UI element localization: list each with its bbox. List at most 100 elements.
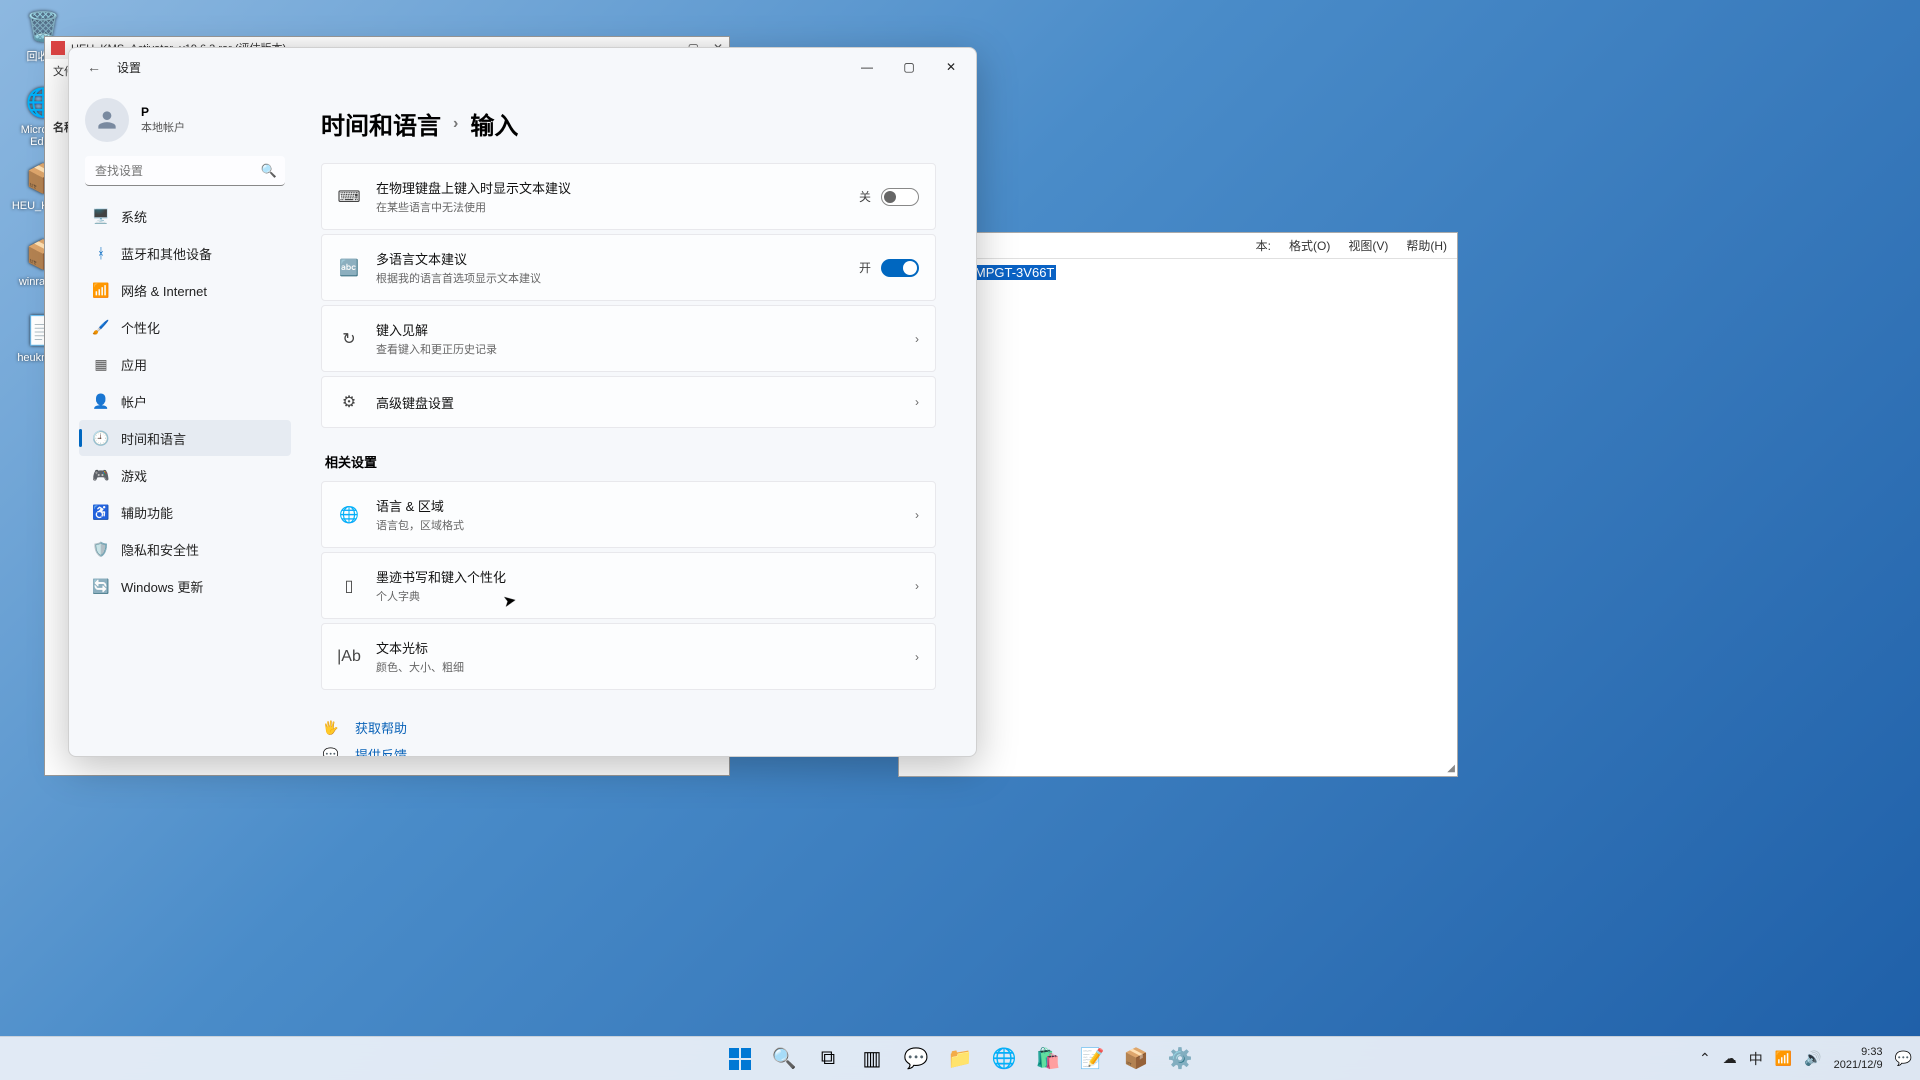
taskbar-widgets[interactable]: ▥: [853, 1040, 891, 1078]
get-help-link[interactable]: 🖐 获取帮助: [321, 714, 936, 741]
sidebar-item-personalization[interactable]: 🖌️ 个性化: [79, 309, 291, 345]
tray-volume-icon[interactable]: 🔊: [1804, 1050, 1821, 1067]
notepad-menu-item[interactable]: 本:: [1256, 237, 1271, 254]
notepad-menu-item[interactable]: 帮助(H): [1406, 237, 1447, 254]
toggle-hw-suggestions[interactable]: [881, 188, 919, 206]
sidebar-item-label: 帐户: [121, 392, 147, 411]
taskbar-explorer[interactable]: 📁: [941, 1040, 979, 1078]
sidebar-item-time-language[interactable]: 🕘 时间和语言: [79, 420, 291, 456]
sidebar-item-network[interactable]: 📶网络 & Internet: [79, 272, 291, 308]
card-text-cursor[interactable]: |Ab 文本光标 颜色、大小、粗细 ›: [321, 623, 936, 690]
brush-icon: 🖌️: [93, 319, 109, 335]
profile-name: P: [141, 105, 185, 119]
sidebar-item-gaming[interactable]: 🎮 游戏: [79, 457, 291, 493]
toggle-label: 开: [859, 259, 871, 276]
gear-icon: ⚙️: [1168, 1046, 1193, 1071]
taskview-icon: ⧉: [821, 1047, 835, 1070]
search-icon[interactable]: 🔍: [261, 163, 277, 179]
sidebar-item-privacy[interactable]: 🛡️隐私和安全性: [79, 531, 291, 567]
card-title: 键入见解: [376, 320, 899, 339]
card-subtitle: 在某些语言中无法使用: [376, 199, 843, 215]
card-subtitle: 根据我的语言首选项显示文本建议: [376, 270, 843, 286]
taskbar-taskview[interactable]: ⧉: [809, 1040, 847, 1078]
winrar-app-icon: [51, 41, 65, 55]
tray-network-icon[interactable]: 📶: [1775, 1050, 1792, 1067]
card-inking-typing[interactable]: ▯ 墨迹书写和键入个性化 个人字典 ›: [321, 552, 936, 619]
back-button[interactable]: ←: [81, 53, 107, 81]
card-language-region[interactable]: 🌐 语言 & 区域 语言包，区域格式 ›: [321, 481, 936, 548]
related-settings-label: 相关设置: [325, 452, 936, 471]
card-subtitle: 查看键入和更正历史记录: [376, 341, 899, 357]
maximize-button[interactable]: ▢: [888, 52, 930, 82]
taskbar-winrar[interactable]: 📦: [1117, 1040, 1155, 1078]
gear-icon: ⚙: [338, 391, 360, 413]
windows-logo-icon: [729, 1048, 751, 1070]
feedback-link[interactable]: 💬 提供反馈: [321, 741, 936, 756]
taskbar-search[interactable]: 🔍: [765, 1040, 803, 1078]
window-title: 设置: [117, 59, 141, 76]
card-advanced-keyboard[interactable]: ⚙ 高级键盘设置 ›: [321, 376, 936, 428]
minimize-button[interactable]: —: [846, 52, 888, 82]
system-icon: 🖥️: [93, 208, 109, 224]
taskbar-edge[interactable]: 🌐: [985, 1040, 1023, 1078]
sidebar-item-accounts[interactable]: 👤 帐户: [79, 383, 291, 419]
close-button[interactable]: ✕: [930, 52, 972, 82]
clock-globe-icon: 🕘: [93, 430, 109, 446]
tray-onedrive-icon[interactable]: ☁: [1723, 1050, 1737, 1067]
rar-icon: 📦: [1124, 1046, 1149, 1071]
shield-icon: 🛡️: [93, 541, 109, 557]
notepad-menu-item[interactable]: 视图(V): [1348, 237, 1388, 254]
text-cursor-icon: |Ab: [338, 646, 360, 668]
sidebar-item-label: 系统: [121, 207, 147, 226]
card-multilingual-suggestions[interactable]: 🔤 多语言文本建议 根据我的语言首选项显示文本建议 开: [321, 234, 936, 301]
taskbar-notepad[interactable]: 📝: [1073, 1040, 1111, 1078]
card-typing-insights[interactable]: ↻ 键入见解 查看键入和更正历史记录 ›: [321, 305, 936, 372]
breadcrumb: 时间和语言 › 输入: [321, 106, 936, 141]
sidebar-item-accessibility[interactable]: ♿辅助功能: [79, 494, 291, 530]
tray-notifications-icon[interactable]: 💬: [1895, 1050, 1912, 1067]
settings-titlebar[interactable]: ← 设置 — ▢ ✕: [69, 48, 976, 86]
toggle-label: 关: [859, 188, 871, 205]
tray-ime[interactable]: 中: [1749, 1049, 1763, 1069]
settings-window: ← 设置 — ▢ ✕ P 本地帐户 🔍 🖥️系统 ᚼ蓝牙和其: [68, 47, 977, 757]
taskbar-settings[interactable]: ⚙️: [1161, 1040, 1199, 1078]
card-hw-keyboard-suggestions[interactable]: ⌨ 在物理键盘上键入时显示文本建议 在某些语言中无法使用 关: [321, 163, 936, 230]
chevron-right-icon: ›: [915, 650, 919, 664]
card-title: 在物理键盘上键入时显示文本建议: [376, 178, 843, 197]
notepad-text-area[interactable]: M-C97JM-9MPGT-3V66T: [899, 259, 1457, 286]
resize-grip-icon[interactable]: ◢: [1447, 763, 1455, 774]
store-icon: 🛍️: [1036, 1046, 1061, 1071]
tray-date: 2021/12/9: [1834, 1059, 1883, 1072]
toggle-multilingual[interactable]: [881, 259, 919, 277]
sidebar-item-label: 个性化: [121, 318, 160, 337]
sidebar-item-label: 游戏: [121, 466, 147, 485]
bluetooth-icon: ᚼ: [93, 245, 109, 261]
chevron-right-icon: ›: [915, 395, 919, 409]
help-icon: 🖐: [321, 720, 341, 736]
notepad-icon: 📝: [1080, 1046, 1105, 1071]
update-icon: 🔄: [93, 578, 109, 594]
apps-icon: ▦: [93, 356, 109, 372]
sidebar-item-system[interactable]: 🖥️ 系统: [79, 198, 291, 234]
person-icon: 👤: [93, 393, 109, 409]
sidebar-item-windows-update[interactable]: 🔄Windows 更新: [79, 568, 291, 604]
chevron-right-icon: ›: [915, 508, 919, 522]
card-title: 墨迹书写和键入个性化: [376, 567, 899, 586]
taskbar-chat[interactable]: 💬: [897, 1040, 935, 1078]
notepad-menu-item[interactable]: 格式(O): [1289, 237, 1330, 254]
gamepad-icon: 🎮: [93, 467, 109, 483]
search-input[interactable]: [85, 156, 285, 186]
tray-time: 9:33: [1834, 1046, 1883, 1059]
sidebar-item-bluetooth[interactable]: ᚼ蓝牙和其他设备: [79, 235, 291, 271]
tray-clock[interactable]: 9:33 2021/12/9: [1834, 1046, 1883, 1072]
profile-block[interactable]: P 本地帐户: [75, 90, 295, 156]
tray-overflow-icon[interactable]: ⌃: [1699, 1050, 1711, 1067]
breadcrumb-parent[interactable]: 时间和语言: [321, 106, 441, 141]
breadcrumb-current: 输入: [470, 106, 518, 141]
sidebar-item-label: 时间和语言: [121, 429, 186, 448]
language-icon: 🔤: [338, 257, 360, 279]
taskbar-store[interactable]: 🛍️: [1029, 1040, 1067, 1078]
start-button[interactable]: [721, 1040, 759, 1078]
sidebar-item-apps[interactable]: ▦应用: [79, 346, 291, 382]
help-link-label: 提供反馈: [355, 745, 407, 756]
